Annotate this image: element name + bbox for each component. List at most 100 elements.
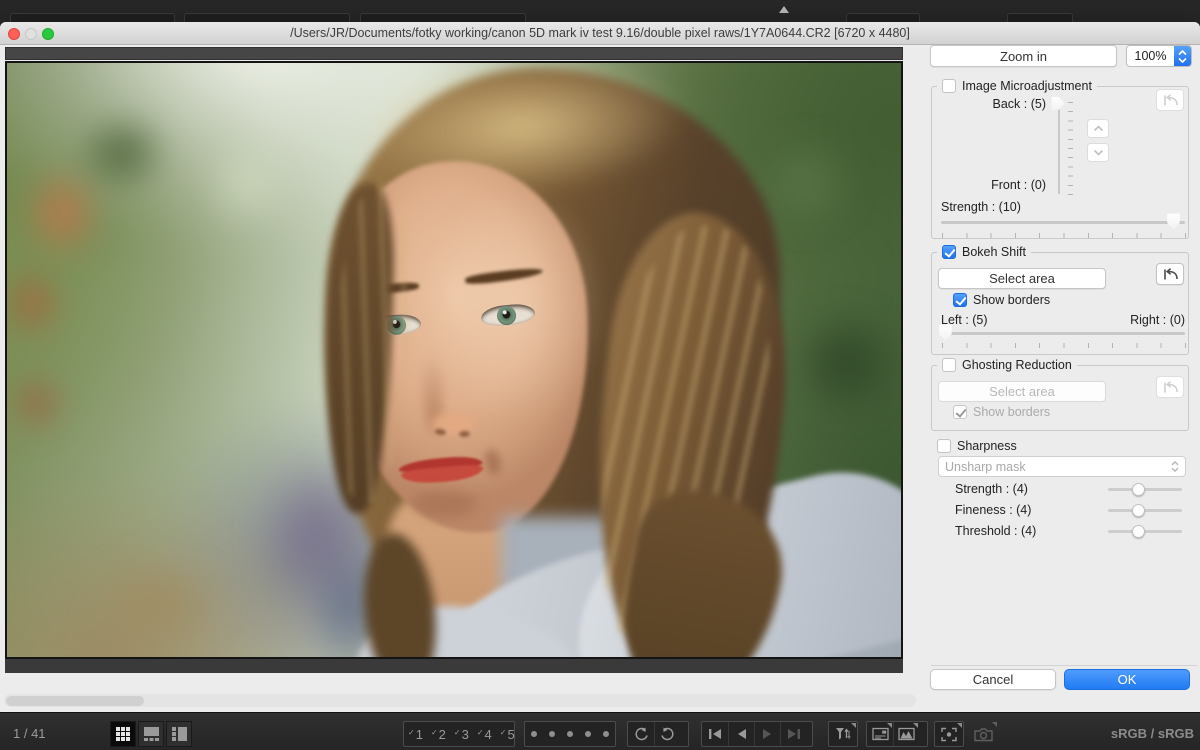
quick-check-group: [934, 721, 964, 747]
microadjustment-strength-slider-ticks: [942, 233, 1187, 238]
bokeh-right-label: Right : (0): [1105, 313, 1185, 327]
checkmark-3-button[interactable]: ✓3: [450, 727, 473, 742]
zoom-in-label: Zoom in: [1000, 49, 1047, 64]
horizontal-scrollbar-thumb[interactable]: [6, 696, 144, 706]
background-window-tab: [184, 13, 350, 22]
checkmark-icon: ✓: [431, 728, 438, 737]
chevron-down-icon: [1093, 149, 1104, 156]
zoom-level-select[interactable]: 100%: [1126, 45, 1192, 67]
rotate-right-button[interactable]: [654, 722, 680, 746]
bokeh-reset-button[interactable]: [1156, 263, 1184, 285]
sharpness-strength-slider-track[interactable]: [1108, 488, 1182, 491]
cancel-label: Cancel: [973, 672, 1013, 687]
viewer-footer-strip: [5, 659, 903, 673]
viewer-header-strip: [5, 47, 903, 60]
checkmark-icon: ✓: [408, 728, 415, 737]
view-grid-button[interactable]: [110, 721, 136, 747]
sharpness-fineness-slider-thumb[interactable]: [1132, 504, 1145, 517]
ghosting-select-area-button[interactable]: Select area: [938, 381, 1106, 402]
histogram-button[interactable]: [893, 722, 919, 746]
quick-check-button[interactable]: [935, 722, 963, 746]
bokeh-show-borders[interactable]: Show borders: [953, 293, 1050, 307]
window-title: /Users/JR/Documents/fotky working/canon …: [0, 26, 1200, 40]
rating-dot-icon[interactable]: [531, 731, 537, 737]
ghosting-reset-button[interactable]: [1156, 376, 1184, 398]
bokeh-show-borders-checkbox[interactable]: [953, 293, 967, 307]
depth-slider-track[interactable]: [1058, 101, 1060, 194]
menu-corner-mark: [913, 723, 918, 728]
filter-sort-button[interactable]: [829, 722, 857, 746]
reset-icon: [1162, 381, 1179, 394]
cancel-button[interactable]: Cancel: [930, 669, 1056, 690]
bokeh-shift-checkbox[interactable]: [942, 245, 956, 259]
sharpness-checkbox[interactable]: [937, 439, 951, 453]
checkmark-icon: ✓: [477, 728, 484, 737]
sharpness-header: Sharpness: [937, 439, 1017, 453]
previous-image-button[interactable]: [728, 722, 754, 746]
rating-dot-icon[interactable]: [549, 731, 555, 737]
microadjustment-strength-slider-track[interactable]: [941, 221, 1185, 224]
bokeh-shift-title: Bokeh Shift: [962, 245, 1026, 259]
view-preview-palette-button[interactable]: [166, 721, 192, 747]
camera-connect-button[interactable]: [968, 721, 998, 747]
rating-dot-icon[interactable]: [603, 731, 609, 737]
ghosting-reduction-checkbox[interactable]: [942, 358, 956, 372]
subject-chin-shadow: [411, 491, 477, 517]
horizontal-scrollbar[interactable]: [4, 694, 916, 707]
rotate-left-button[interactable]: [628, 722, 654, 746]
background-window-tab: [360, 13, 526, 22]
zoom-in-button[interactable]: Zoom in: [930, 45, 1117, 67]
menu-corner-mark: [851, 723, 856, 728]
ghosting-show-borders-checkbox[interactable]: [953, 405, 967, 419]
reset-icon: [1162, 268, 1179, 281]
image-counter: 1 / 41: [13, 726, 46, 741]
depth-down-button[interactable]: [1087, 143, 1109, 162]
rating-dot-icon[interactable]: [567, 731, 573, 737]
back-label: Back : (5): [936, 97, 1046, 111]
microadjustment-reset-button[interactable]: [1156, 89, 1184, 111]
preview-filmstrip-view-icon: [143, 726, 160, 742]
screen: { "window": { "title": "/Users/JR/Docume…: [0, 0, 1200, 750]
bokeh-select-area-button[interactable]: Select area: [938, 268, 1106, 289]
bokeh-slider-track[interactable]: [941, 332, 1185, 335]
checkmark-rating-group: ✓1 ✓2 ✓3 ✓4 ✓5: [403, 721, 515, 747]
collapse-caret-icon: [779, 6, 789, 13]
checkmark-5-button[interactable]: ✓5: [496, 727, 519, 742]
menu-corner-mark: [992, 722, 997, 727]
checkmark-4-button[interactable]: ✓4: [473, 727, 496, 742]
sharpness-fineness-slider-track[interactable]: [1108, 509, 1182, 512]
camera-icon: [974, 727, 993, 742]
sharpness-threshold-slider-track[interactable]: [1108, 530, 1182, 533]
next-image-button[interactable]: [754, 722, 780, 746]
last-image-button[interactable]: [780, 722, 806, 746]
depth-up-button[interactable]: [1087, 119, 1109, 138]
first-image-icon: [708, 728, 723, 740]
quick-check-icon: [941, 727, 957, 742]
ghosting-show-borders[interactable]: Show borders: [953, 405, 1050, 419]
palette-histogram-group: [866, 721, 928, 747]
view-preview-filmstrip-button[interactable]: [138, 721, 164, 747]
sharpness-method-select[interactable]: Unsharp mask: [938, 456, 1186, 477]
sharpness-strength-slider-thumb[interactable]: [1132, 483, 1145, 496]
checkmark-2-button[interactable]: ✓2: [427, 727, 450, 742]
last-image-icon: [786, 728, 801, 740]
chevron-up-icon: [1093, 125, 1104, 132]
sharpness-threshold-slider-thumb[interactable]: [1132, 525, 1145, 538]
next-image-icon: [761, 728, 774, 740]
image-microadjustment-checkbox[interactable]: [942, 79, 956, 93]
image-microadjustment-title: Image Microadjustment: [962, 79, 1092, 93]
ok-button[interactable]: OK: [1064, 669, 1190, 690]
tool-palette-button[interactable]: [867, 722, 893, 746]
rating-dot-icon[interactable]: [585, 731, 591, 737]
menu-corner-mark: [957, 723, 962, 728]
rotate-right-icon: [660, 727, 676, 742]
checkmark-1-button[interactable]: ✓1: [404, 727, 427, 742]
zoom-level-stepper-icon[interactable]: [1174, 46, 1191, 66]
sharpness-fineness-label: Fineness : (4): [955, 503, 1031, 517]
titlebar[interactable]: /Users/JR/Documents/fotky working/canon …: [0, 22, 1200, 45]
bokeh-slider-ticks: [942, 343, 1187, 348]
front-label: Front : (0): [936, 178, 1046, 192]
first-image-button[interactable]: [702, 722, 728, 746]
grid-view-icon: [115, 726, 131, 742]
photo-canvas[interactable]: [7, 63, 901, 657]
